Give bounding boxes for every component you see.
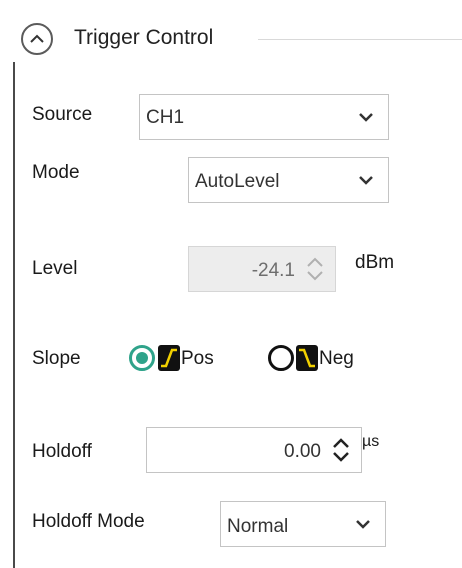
level-value: -24.1 bbox=[251, 260, 295, 281]
spin-down-icon[interactable] bbox=[332, 451, 350, 462]
chevron-down-icon bbox=[359, 113, 373, 122]
source-dropdown-arrow[interactable] bbox=[344, 95, 388, 139]
source-label: Source bbox=[32, 104, 93, 125]
level-unit: dBm bbox=[355, 252, 395, 273]
rising-edge-icon bbox=[158, 345, 180, 371]
level-spinner bbox=[303, 247, 327, 291]
header-divider bbox=[258, 39, 462, 40]
mode-value: AutoLevel bbox=[195, 171, 280, 192]
mode-dropdown-arrow[interactable] bbox=[344, 158, 388, 202]
source-dropdown[interactable]: CH1 bbox=[139, 94, 389, 140]
holdoff-input[interactable]: 0.00 bbox=[146, 427, 362, 473]
chevron-down-icon bbox=[359, 176, 373, 185]
spin-down-icon bbox=[307, 271, 323, 281]
mode-label: Mode bbox=[32, 162, 80, 183]
holdoff-spinner[interactable] bbox=[329, 428, 353, 472]
spin-up-icon bbox=[307, 257, 323, 267]
slope-pos-label[interactable]: Pos bbox=[181, 348, 214, 370]
holdoff-mode-label: Holdoff Mode bbox=[32, 511, 145, 532]
slope-neg-label[interactable]: Neg bbox=[319, 348, 354, 370]
mode-dropdown[interactable]: AutoLevel bbox=[188, 157, 389, 203]
slope-neg-radio[interactable] bbox=[268, 345, 294, 371]
chevron-down-icon bbox=[356, 520, 370, 529]
holdoff-label: Holdoff bbox=[32, 441, 92, 462]
holdoff-mode-value: Normal bbox=[227, 516, 289, 537]
panel-left-border bbox=[13, 62, 15, 568]
holdoff-value: 0.00 bbox=[284, 441, 321, 462]
source-value: CH1 bbox=[146, 107, 185, 128]
falling-edge-icon bbox=[296, 345, 318, 371]
level-label: Level bbox=[32, 258, 78, 279]
slope-pos-radio[interactable] bbox=[129, 345, 155, 371]
trigger-control-header: Trigger Control bbox=[13, 20, 462, 60]
holdoff-unit: µs bbox=[362, 433, 380, 450]
holdoff-mode-dropdown-arrow[interactable] bbox=[341, 502, 385, 546]
panel-title: Trigger Control bbox=[74, 26, 214, 49]
level-input: -24.1 bbox=[188, 246, 336, 292]
collapse-button[interactable] bbox=[21, 23, 53, 55]
chevron-up-icon bbox=[30, 34, 44, 43]
slope-label: Slope bbox=[32, 348, 81, 369]
holdoff-mode-dropdown[interactable]: Normal bbox=[220, 501, 386, 547]
spin-up-icon[interactable] bbox=[332, 438, 350, 449]
